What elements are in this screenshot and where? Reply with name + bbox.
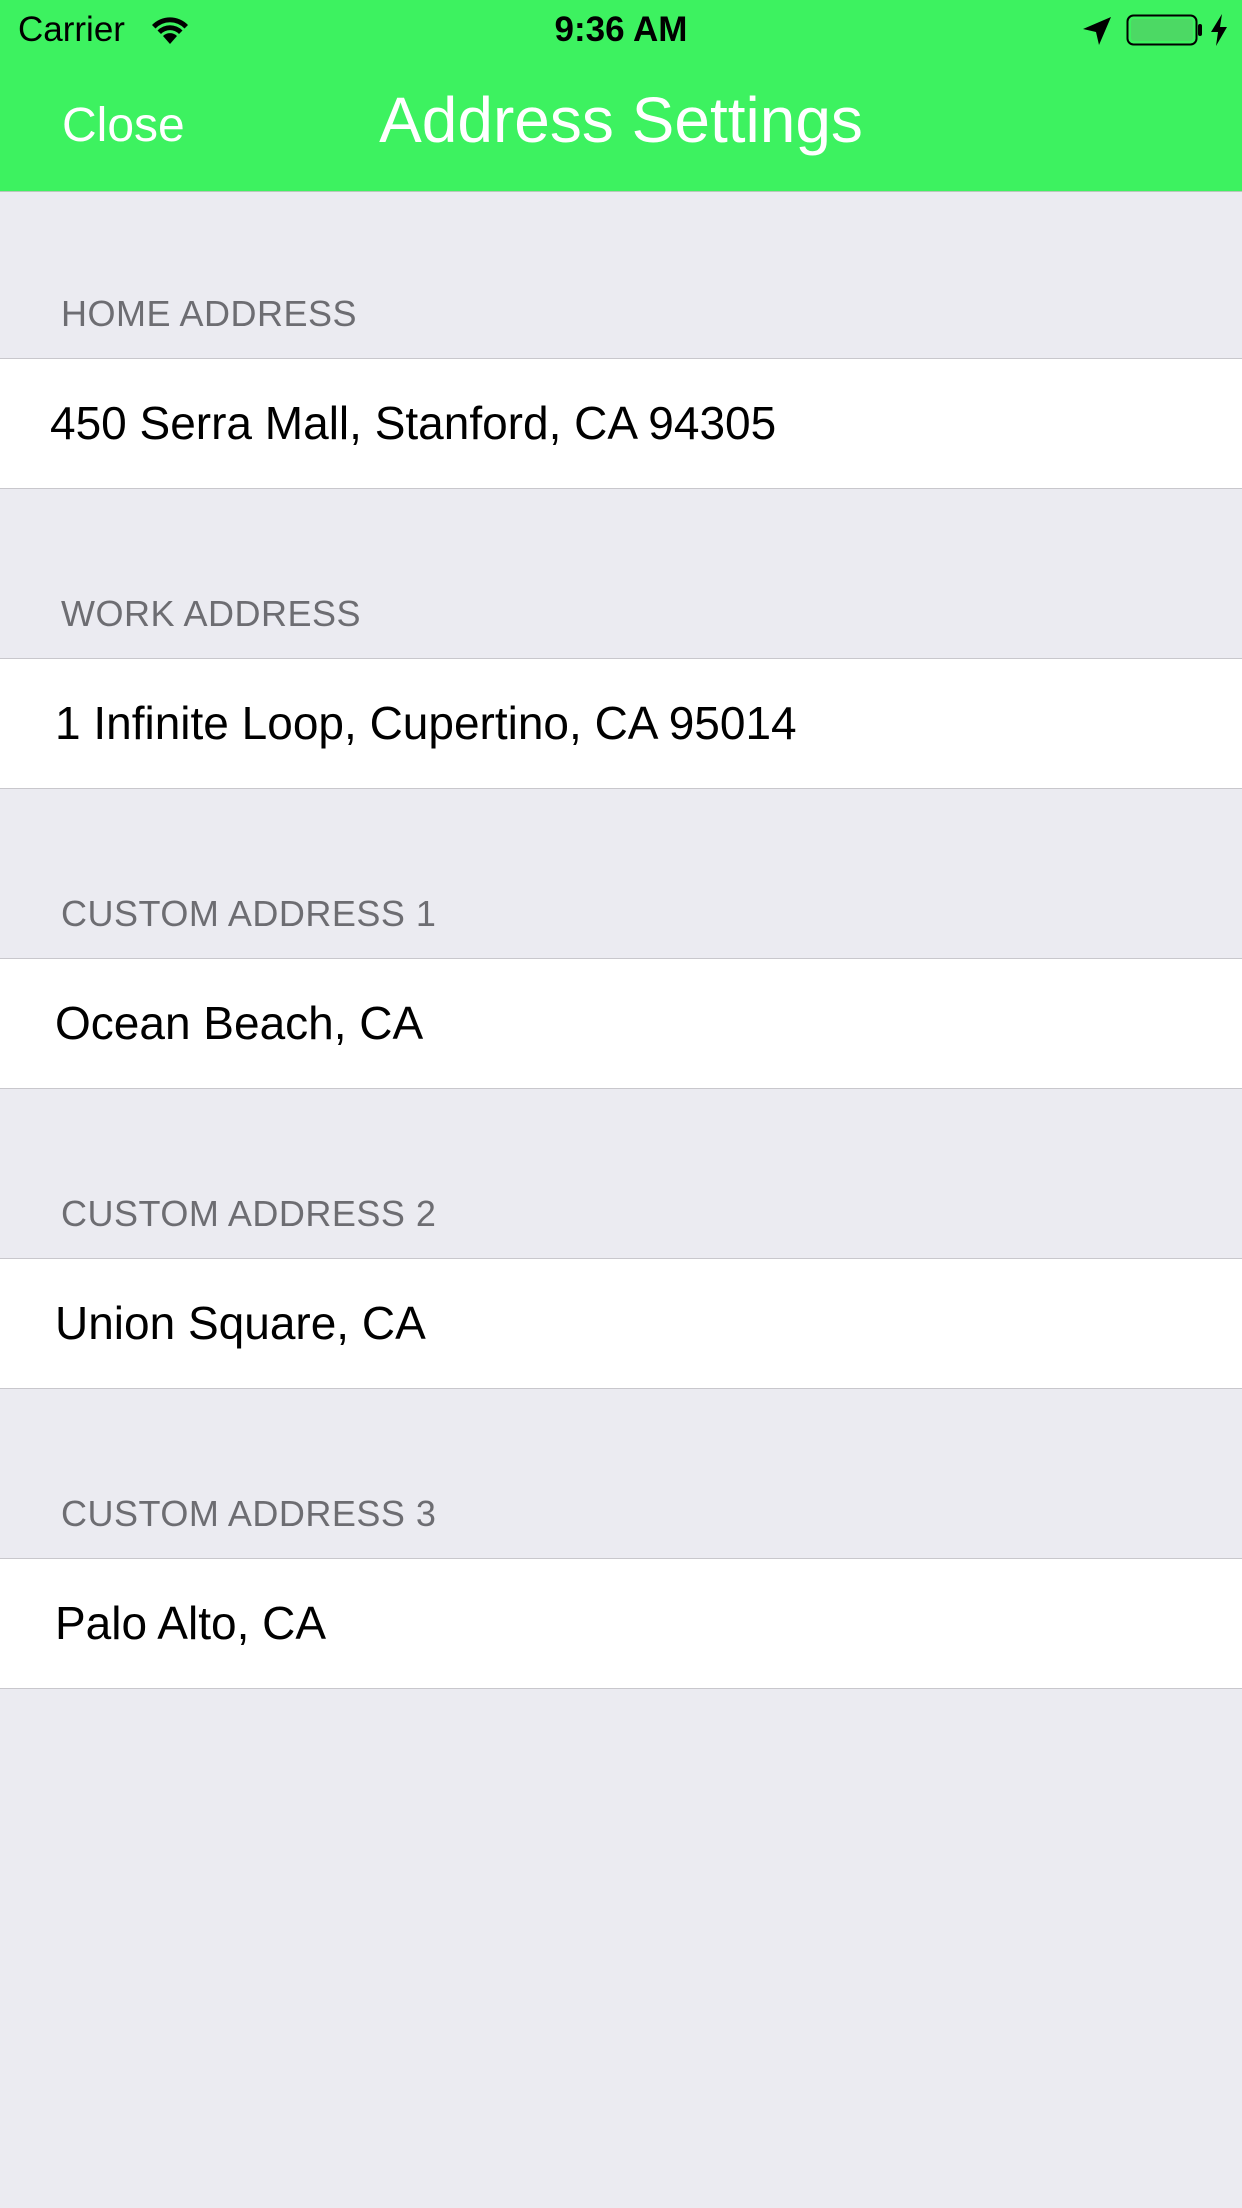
battery-icon	[1126, 14, 1202, 46]
section-header-work-address: WORK ADDRESS	[61, 593, 362, 634]
section-header-custom-address-1: CUSTOM ADDRESS 1	[61, 893, 437, 934]
status-time: 9:36 AM	[554, 10, 688, 49]
custom-address-1-field[interactable]	[55, 959, 1205, 1088]
work-address-cell	[0, 658, 1242, 789]
custom-address-2-cell	[0, 1258, 1242, 1389]
home-address-field[interactable]	[50, 359, 1200, 488]
custom-address-3-field[interactable]	[55, 1559, 1205, 1688]
custom-address-1-cell	[0, 958, 1242, 1089]
custom-address-3-cell	[0, 1558, 1242, 1689]
navigation-bar: Carrier 9:36 AM Close Address Settings	[0, 0, 1242, 192]
home-address-cell	[0, 358, 1242, 489]
location-arrow-icon	[1083, 17, 1111, 45]
custom-address-2-field[interactable]	[55, 1259, 1205, 1388]
charging-bolt-icon	[1211, 14, 1227, 46]
page-title: Address Settings	[379, 84, 863, 156]
status-bar: Carrier 9:36 AM	[0, 0, 1242, 60]
section-header-custom-address-3: CUSTOM ADDRESS 3	[61, 1493, 437, 1534]
section-header-home-address: HOME ADDRESS	[61, 293, 358, 334]
section-header-custom-address-2: CUSTOM ADDRESS 2	[61, 1193, 437, 1234]
work-address-field[interactable]	[55, 659, 1205, 788]
